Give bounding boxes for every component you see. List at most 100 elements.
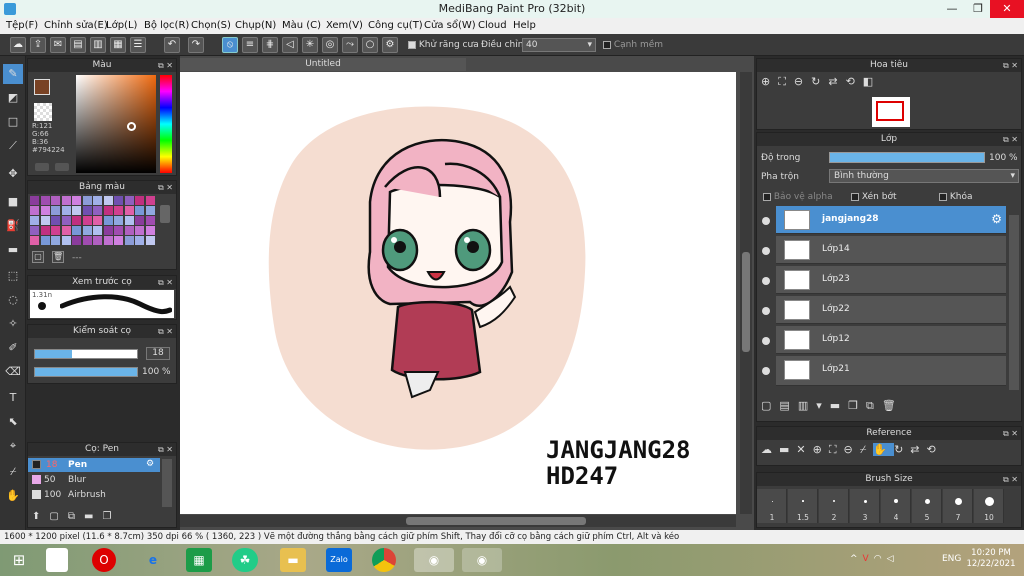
panel-controls-icon[interactable]: ⧉ ✕	[158, 181, 173, 194]
parallel-snap-icon[interactable]: ≡	[242, 37, 258, 53]
palette-swatch[interactable]	[124, 216, 134, 225]
eye-icon[interactable]	[762, 277, 770, 285]
bucket-tool-icon[interactable]: ⛽	[3, 216, 23, 236]
palette-swatch[interactable]	[40, 206, 50, 215]
palette-swatch[interactable]	[93, 236, 102, 245]
menu-layer[interactable]: Lớp(L)	[106, 20, 137, 31]
palette-swatch[interactable]	[93, 226, 102, 235]
folder-icon[interactable]: ▬	[84, 511, 102, 522]
maximize-button[interactable]: ❐	[964, 0, 992, 18]
undo-icon[interactable]: ↶	[164, 37, 180, 53]
brush-tool-icon[interactable]: ✎	[3, 64, 23, 84]
brush-item-blur[interactable]: 50 Blur	[28, 473, 160, 487]
flip-icon[interactable]: ⇄	[828, 75, 845, 88]
menu-filter[interactable]: Bộ lọc(R)	[144, 20, 189, 31]
clip-option[interactable]: Xén bớt	[851, 192, 897, 202]
panel-controls-icon[interactable]: ⧉ ✕	[158, 443, 173, 456]
fit-icon[interactable]: ⛶	[778, 75, 794, 88]
layer-row-lop21[interactable]: Lớp21	[776, 356, 1006, 386]
foreground-color-swatch[interactable]	[34, 79, 50, 95]
palette-scrollbar[interactable]	[160, 205, 170, 223]
antialias-checkbox[interactable]	[408, 40, 416, 49]
palette-swatch[interactable]	[51, 226, 60, 235]
trash-icon[interactable]: 🗑	[882, 399, 904, 412]
menu-tools[interactable]: Công cụ(T)	[368, 20, 423, 31]
document-icon[interactable]: ▥	[90, 37, 106, 53]
antialias-option[interactable]: Khử răng cưa	[408, 40, 479, 50]
layer-opacity-slider[interactable]	[829, 152, 985, 163]
layer-row-jangjang28[interactable]: jangjang28 ⚙	[776, 206, 1006, 234]
palette-swatch[interactable]	[103, 236, 113, 245]
new-folder-layer-icon[interactable]: ▥	[798, 399, 816, 412]
clip-checkbox[interactable]	[851, 192, 859, 201]
palette-swatch-grid[interactable]	[30, 196, 156, 246]
share-icon[interactable]: ⇪	[30, 37, 46, 53]
palette-swatch[interactable]	[103, 216, 113, 225]
palette-swatch[interactable]	[40, 196, 50, 205]
color-mode-button-2[interactable]	[55, 163, 69, 171]
eye-icon[interactable]	[762, 307, 770, 315]
redo-icon[interactable]: ↷	[188, 37, 204, 53]
reset-icon[interactable]: ⟲	[846, 75, 863, 88]
palette-swatch[interactable]	[103, 206, 113, 215]
curve-snap-icon[interactable]: ⤳	[342, 37, 358, 53]
menu-edit[interactable]: Chỉnh sửa(E)	[44, 20, 108, 31]
palette-swatch[interactable]	[145, 236, 155, 245]
palette-swatch[interactable]	[145, 196, 155, 205]
zoom-out-icon[interactable]: ⊖	[844, 443, 860, 456]
protect-alpha-checkbox[interactable]	[763, 192, 771, 201]
blend-mode-select[interactable]: Bình thường ▾	[829, 169, 1019, 183]
volume-icon[interactable]: ◁	[887, 554, 899, 564]
palette-swatch[interactable]	[51, 236, 60, 245]
palette-swatch[interactable]	[103, 196, 113, 205]
palette-swatch[interactable]	[30, 216, 39, 225]
file-explorer-icon[interactable]: ▬	[280, 548, 306, 572]
cloud-upload-icon[interactable]: ☁	[761, 443, 779, 456]
page-icon[interactable]: ▤	[70, 37, 86, 53]
chrome-profile-icon[interactable]: ◉	[462, 548, 502, 572]
brush-list-scrollbar[interactable]	[162, 459, 172, 507]
panel-controls-icon[interactable]: ⧉ ✕	[1003, 427, 1018, 440]
brush-size-option[interactable]: 5	[912, 489, 942, 523]
eye-icon[interactable]	[762, 217, 770, 225]
layer-row-lop23[interactable]: Lớp23	[776, 266, 1006, 294]
menu-cloud[interactable]: Cloud	[478, 20, 507, 31]
language-indicator[interactable]: ENG	[942, 554, 961, 564]
close-icon[interactable]: ✕	[796, 443, 812, 456]
hue-slider[interactable]	[160, 75, 172, 173]
smooth-option[interactable]: Cạnh mềm	[603, 40, 663, 50]
layer-row-lop14[interactable]: Lớp14	[776, 236, 1006, 264]
document-tab[interactable]: Untitled	[180, 58, 466, 71]
layer-row-lop22[interactable]: Lớp22	[776, 296, 1006, 324]
palette-swatch[interactable]	[124, 196, 134, 205]
brush-size-option[interactable]: 10	[974, 489, 1004, 523]
panel-controls-icon[interactable]: ⧉ ✕	[1003, 59, 1018, 72]
select-pen-icon[interactable]: ✐	[3, 338, 23, 358]
palette-swatch[interactable]	[114, 226, 123, 235]
new-halftone-layer-icon[interactable]: ▤	[779, 399, 797, 412]
ring-snap-icon[interactable]: ○	[362, 37, 378, 53]
eye-icon[interactable]	[762, 337, 770, 345]
palette-swatch[interactable]	[61, 196, 71, 205]
palette-swatch[interactable]	[40, 216, 50, 225]
palette-swatch[interactable]	[72, 196, 81, 205]
rotate-icon[interactable]: ↻	[811, 75, 828, 88]
drawing-canvas[interactable]: JANGJANG28 HD247	[180, 72, 736, 514]
eye-icon[interactable]	[762, 367, 770, 375]
palette-swatch[interactable]	[93, 196, 102, 205]
gear-icon[interactable]: ⚙	[146, 459, 154, 469]
brush-size-option[interactable]: 7	[943, 489, 973, 523]
line-tool-icon[interactable]: ⟋	[3, 136, 23, 156]
clock[interactable]: 10:20 PM 12/22/2021	[966, 548, 1016, 570]
comment-icon[interactable]: ✉	[50, 37, 66, 53]
copy-brush-icon[interactable]: ⧉	[68, 511, 84, 522]
panel-controls-icon[interactable]: ⧉ ✕	[158, 59, 173, 72]
operation-tool-icon[interactable]: ⬉	[3, 412, 23, 432]
palette-swatch[interactable]	[30, 206, 39, 215]
palette-swatch[interactable]	[135, 196, 144, 205]
select-eraser-icon[interactable]: ⌫	[3, 362, 23, 382]
hand-icon[interactable]: ✋	[873, 443, 895, 456]
palette-swatch[interactable]	[72, 216, 81, 225]
brush-opacity-slider[interactable]	[34, 367, 138, 377]
palette-swatch[interactable]	[135, 236, 144, 245]
